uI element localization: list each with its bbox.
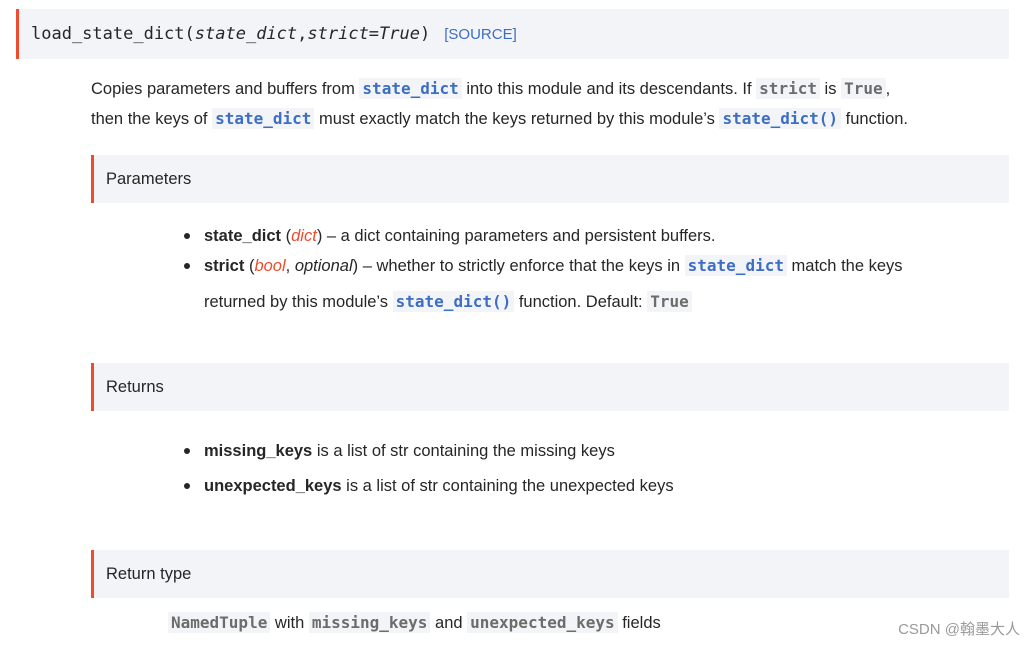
return-type-text: and	[430, 614, 468, 632]
open-paren: (	[184, 24, 195, 44]
return-desc: is a list of str containing the unexpect…	[341, 477, 674, 495]
strict-code: strict	[756, 78, 820, 99]
state-dict-link[interactable]: state_dict	[359, 78, 462, 99]
return-type-heading: Return type	[91, 550, 1009, 598]
true-code: True	[841, 78, 886, 99]
list-item: state_dict (dict) – a dict containing pa…	[180, 224, 1010, 248]
returns-heading: Returns	[91, 363, 1009, 411]
param-name: strict	[204, 257, 245, 275]
bullet	[184, 483, 190, 489]
param-state-dict: state_dict	[194, 24, 298, 44]
true-code: True	[647, 291, 692, 312]
state-dict-link[interactable]: state_dict	[212, 108, 315, 129]
description: Copies parameters and buffers from state…	[91, 74, 1021, 134]
param-desc: – whether to strictly enforce that the k…	[358, 257, 685, 275]
bullet	[184, 448, 190, 454]
comma: ,	[285, 257, 295, 275]
return-type-value: NamedTuple with missing_keys and unexpec…	[168, 612, 661, 633]
state-dict-method-link[interactable]: state_dict()	[719, 108, 842, 129]
return-type-text: fields	[617, 614, 661, 632]
desc-text: into this module and its descendants. If	[461, 80, 757, 98]
function-name: load_state_dict	[31, 24, 185, 44]
desc-text: ,	[885, 80, 891, 98]
returns-list: missing_keys is a list of str containing…	[180, 439, 1010, 498]
paren: (	[244, 257, 255, 275]
desc-text: function.	[841, 110, 909, 128]
parameters-list: state_dict (dict) – a dict containing pa…	[180, 224, 1010, 320]
param-desc: returned by this module’s	[204, 293, 393, 311]
state-dict-link[interactable]: state_dict	[684, 255, 787, 276]
paren: (	[281, 227, 292, 245]
return-name: missing_keys	[204, 442, 313, 460]
param-desc: match the keys	[786, 257, 903, 275]
optional-label: optional	[294, 257, 353, 275]
source-link[interactable]: [SOURCE]	[444, 26, 517, 43]
param-desc: – a dict containing parameters and persi…	[322, 227, 716, 245]
desc-text: must exactly match the keys returned by …	[314, 110, 720, 128]
param-type-link[interactable]: dict	[291, 227, 317, 245]
desc-text: is	[819, 80, 842, 98]
param-separator: ,	[297, 24, 308, 44]
state-dict-method-link[interactable]: state_dict()	[392, 291, 515, 312]
close-paren: )	[419, 24, 431, 44]
missing-keys-code: missing_keys	[308, 612, 431, 633]
param-desc: function. Default:	[514, 293, 648, 311]
namedtuple-code: NamedTuple	[168, 612, 271, 633]
return-name: unexpected_keys	[204, 477, 342, 495]
bullet	[184, 233, 190, 239]
list-item: unexpected_keys is a list of str contain…	[180, 474, 1010, 498]
function-signature: load_state_dict(state_dict, strict=True)…	[16, 9, 1009, 59]
desc-text: then the keys of	[91, 110, 213, 128]
return-desc: is a list of str containing the missing …	[312, 442, 615, 460]
list-item: strict (bool, optional) – whether to str…	[180, 248, 1010, 320]
unexpected-keys-code: unexpected_keys	[467, 612, 618, 633]
list-item: missing_keys is a list of str containing…	[180, 439, 1010, 463]
param-type-link[interactable]: bool	[254, 257, 285, 275]
desc-text: Copies parameters and buffers from	[91, 80, 360, 98]
return-type-text: with	[270, 614, 309, 632]
csdn-watermark: CSDN @翰墨大人	[898, 621, 1020, 638]
param-strict: strict=True	[307, 24, 420, 44]
parameters-heading: Parameters	[91, 155, 1009, 203]
param-name: state_dict	[204, 227, 282, 245]
bullet	[184, 263, 190, 269]
